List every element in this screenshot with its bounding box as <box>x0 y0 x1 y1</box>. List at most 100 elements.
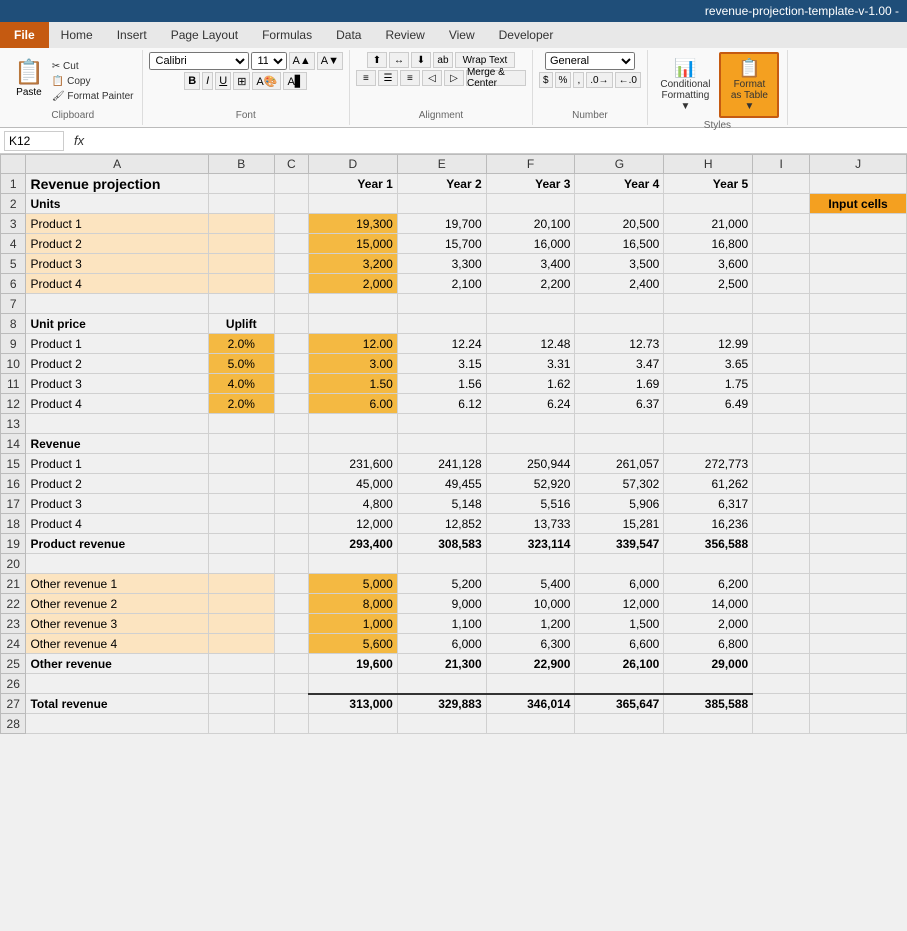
cell-G21[interactable]: 6,000 <box>575 574 664 594</box>
font-name-select[interactable]: Calibri <box>149 52 249 70</box>
cell-F11[interactable]: 1.62 <box>486 374 575 394</box>
cell-E13[interactable] <box>397 414 486 434</box>
cell-F15[interactable]: 250,944 <box>486 454 575 474</box>
cell-F21[interactable]: 5,400 <box>486 574 575 594</box>
bold-button[interactable]: B <box>184 72 200 90</box>
cell-G19[interactable]: 339,547 <box>575 534 664 554</box>
cell-I22[interactable] <box>753 594 810 614</box>
cell-D25[interactable]: 19,600 <box>308 654 397 674</box>
cell-G6[interactable]: 2,400 <box>575 274 664 294</box>
cell-I21[interactable] <box>753 574 810 594</box>
cell-J1[interactable] <box>810 174 907 194</box>
tab-view[interactable]: View <box>437 22 487 48</box>
cell-B9[interactable]: 2.0% <box>208 334 274 354</box>
copy-button[interactable]: 📋 Copy <box>50 75 136 88</box>
cell-H12[interactable]: 6.49 <box>664 394 753 414</box>
row-header-26[interactable]: 26 <box>1 674 26 694</box>
cell-J26[interactable] <box>810 674 907 694</box>
cell-J10[interactable] <box>810 354 907 374</box>
cell-C17[interactable] <box>274 494 308 514</box>
cell-G27[interactable]: 365,647 <box>575 694 664 714</box>
cell-E5[interactable]: 3,300 <box>397 254 486 274</box>
cell-C27[interactable] <box>274 694 308 714</box>
cell-E26[interactable] <box>397 674 486 694</box>
cell-B18[interactable] <box>208 514 274 534</box>
cell-H6[interactable]: 2,500 <box>664 274 753 294</box>
cell-F20[interactable] <box>486 554 575 574</box>
cell-B15[interactable] <box>208 454 274 474</box>
cell-D18[interactable]: 12,000 <box>308 514 397 534</box>
cell-A9[interactable]: Product 1 <box>26 334 208 354</box>
col-header-b[interactable]: B <box>208 155 274 174</box>
cell-E15[interactable]: 241,128 <box>397 454 486 474</box>
cell-G9[interactable]: 12.73 <box>575 334 664 354</box>
cell-A2[interactable]: Units <box>26 194 208 214</box>
col-header-d[interactable]: D <box>308 155 397 174</box>
row-header-11[interactable]: 11 <box>1 374 26 394</box>
cell-F17[interactable]: 5,516 <box>486 494 575 514</box>
col-header-h[interactable]: H <box>664 155 753 174</box>
cell-H7[interactable] <box>664 294 753 314</box>
cell-D21[interactable]: 5,000 <box>308 574 397 594</box>
number-format-select[interactable]: General <box>545 52 635 70</box>
cell-G13[interactable] <box>575 414 664 434</box>
cell-E17[interactable]: 5,148 <box>397 494 486 514</box>
cell-C15[interactable] <box>274 454 308 474</box>
cell-E2[interactable] <box>397 194 486 214</box>
cell-F5[interactable]: 3,400 <box>486 254 575 274</box>
cell-B12[interactable]: 2.0% <box>208 394 274 414</box>
cell-D2[interactable] <box>308 194 397 214</box>
cell-E27[interactable]: 329,883 <box>397 694 486 714</box>
cell-J3[interactable] <box>810 214 907 234</box>
increase-decimal-button[interactable]: .0→ <box>586 72 612 88</box>
wrap-text-button[interactable]: Wrap Text <box>455 52 515 68</box>
cell-C28[interactable] <box>274 714 308 734</box>
cell-C8[interactable] <box>274 314 308 334</box>
cell-A24[interactable]: Other revenue 4 <box>26 634 208 654</box>
cell-I5[interactable] <box>753 254 810 274</box>
cell-A10[interactable]: Product 2 <box>26 354 208 374</box>
cell-A27[interactable]: Total revenue <box>26 694 208 714</box>
row-header-14[interactable]: 14 <box>1 434 26 454</box>
cell-J24[interactable] <box>810 634 907 654</box>
align-left-button[interactable]: ≡ <box>356 70 376 86</box>
row-header-2[interactable]: 2 <box>1 194 26 214</box>
cell-E1[interactable]: Year 2 <box>397 174 486 194</box>
cell-G3[interactable]: 20,500 <box>575 214 664 234</box>
cell-J11[interactable] <box>810 374 907 394</box>
cell-D14[interactable] <box>308 434 397 454</box>
cell-E3[interactable]: 19,700 <box>397 214 486 234</box>
cell-A1[interactable]: Revenue projection <box>26 174 208 194</box>
row-header-16[interactable]: 16 <box>1 474 26 494</box>
align-top-button[interactable]: ⬆ <box>367 52 387 68</box>
cell-F22[interactable]: 10,000 <box>486 594 575 614</box>
cell-H20[interactable] <box>664 554 753 574</box>
row-header-6[interactable]: 6 <box>1 274 26 294</box>
cell-D1[interactable]: Year 1 <box>308 174 397 194</box>
cell-J8[interactable] <box>810 314 907 334</box>
cell-A6[interactable]: Product 4 <box>26 274 208 294</box>
cell-I25[interactable] <box>753 654 810 674</box>
cell-G11[interactable]: 1.69 <box>575 374 664 394</box>
cell-G15[interactable]: 261,057 <box>575 454 664 474</box>
indent-increase-button[interactable]: ▷ <box>444 70 464 86</box>
cell-I7[interactable] <box>753 294 810 314</box>
cell-C22[interactable] <box>274 594 308 614</box>
cell-D24[interactable]: 5,600 <box>308 634 397 654</box>
cell-H16[interactable]: 61,262 <box>664 474 753 494</box>
cell-B5[interactable] <box>208 254 274 274</box>
cell-A15[interactable]: Product 1 <box>26 454 208 474</box>
indent-decrease-button[interactable]: ◁ <box>422 70 442 86</box>
cell-H11[interactable]: 1.75 <box>664 374 753 394</box>
cell-F14[interactable] <box>486 434 575 454</box>
cell-F24[interactable]: 6,300 <box>486 634 575 654</box>
cell-A22[interactable]: Other revenue 2 <box>26 594 208 614</box>
cell-E21[interactable]: 5,200 <box>397 574 486 594</box>
cell-J13[interactable] <box>810 414 907 434</box>
cell-A8[interactable]: Unit price <box>26 314 208 334</box>
cell-A13[interactable] <box>26 414 208 434</box>
tab-home[interactable]: Home <box>49 22 105 48</box>
cell-I2[interactable] <box>753 194 810 214</box>
decrease-font-button[interactable]: A▼ <box>317 52 343 70</box>
row-header-13[interactable]: 13 <box>1 414 26 434</box>
